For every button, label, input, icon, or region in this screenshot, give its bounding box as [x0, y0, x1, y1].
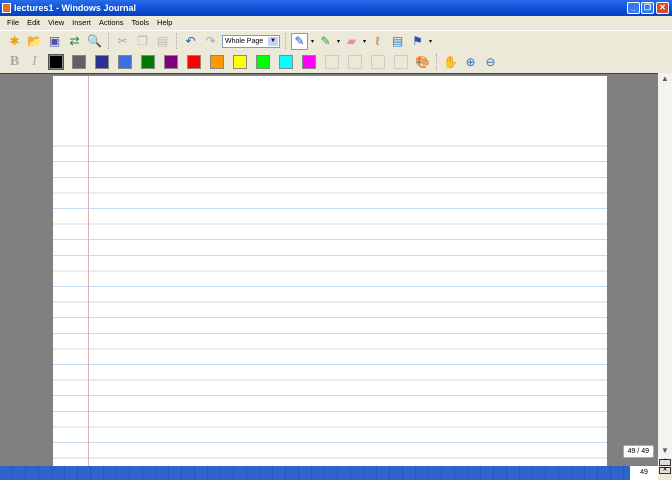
menu-bar: File Edit View Insert Actions Tools Help [0, 16, 672, 29]
color-empty-4[interactable] [394, 54, 408, 69]
chevron-down-icon[interactable]: ▼ [268, 36, 278, 46]
undo-icon[interactable]: ↶ [182, 33, 199, 50]
window-title: lectures1 - Windows Journal [14, 3, 136, 13]
menu-tools[interactable]: Tools [128, 18, 154, 27]
hand-icon[interactable]: ✋ [442, 53, 459, 70]
menu-file[interactable]: File [3, 18, 23, 27]
highlighter-dropdown-icon[interactable]: ▾ [337, 38, 340, 45]
italic-button[interactable]: I [26, 53, 43, 70]
workspace: 49 / 49 [0, 73, 658, 467]
separator [176, 33, 177, 49]
note-page[interactable] [53, 76, 607, 467]
separator [436, 53, 437, 70]
zoom-in-icon[interactable]: ⊕ [462, 53, 479, 70]
open-icon[interactable]: 📂 [26, 33, 43, 50]
color-black[interactable] [48, 53, 64, 70]
minimize-button[interactable]: _ [627, 2, 640, 14]
zoom-select[interactable]: Whole Page ▼ [222, 34, 280, 48]
zoom-out-icon[interactable]: ⊖ [482, 53, 499, 70]
menu-insert[interactable]: Insert [68, 18, 95, 27]
color-empty-1[interactable] [325, 54, 339, 69]
page-tab-strip[interactable] [0, 466, 630, 480]
color-green[interactable] [141, 54, 155, 69]
format-toolbar: B I 🎨 ✋ ⊕ ⊖ [0, 51, 672, 72]
send-icon[interactable]: ⇄ [66, 33, 83, 50]
menu-actions[interactable]: Actions [95, 18, 128, 27]
color-blue[interactable] [118, 54, 132, 69]
eraser-icon[interactable]: ▰ [343, 33, 360, 50]
separator [108, 33, 109, 49]
cut-icon[interactable]: ✂ [114, 33, 131, 50]
copy-icon[interactable]: ❐ [134, 33, 151, 50]
color-navy[interactable] [95, 54, 109, 69]
lasso-icon[interactable]: ℓ [369, 33, 386, 50]
save-icon[interactable]: ▣ [46, 33, 63, 50]
scroll-up-icon[interactable]: ▲ [659, 74, 671, 86]
title-bar: lectures1 - Windows Journal _ ❐ ✕ [0, 0, 672, 16]
page-indicator: 49 / 49 [622, 445, 654, 458]
color-cyan[interactable] [279, 54, 293, 69]
journal-app-icon [2, 3, 11, 13]
flag-icon[interactable]: ⚑ [409, 33, 426, 50]
new-note-icon[interactable]: ✱ [6, 33, 23, 50]
menu-view[interactable]: View [44, 18, 68, 27]
standard-toolbar: ✱ 📂 ▣ ⇄ 🔍 ✂ ❐ ▤ ↶ ↷ Whole Page ▼ ✎ ▾ ✎ ▾ ▰ ▾… [0, 30, 672, 51]
insert-space-icon[interactable]: ▤ [389, 33, 406, 50]
redo-icon[interactable]: ↷ [202, 33, 219, 50]
color-lime[interactable] [256, 54, 270, 69]
color-red[interactable] [187, 54, 201, 69]
menu-help[interactable]: Help [153, 18, 176, 27]
color-gray[interactable] [72, 54, 86, 69]
find-icon[interactable]: 🔍 [86, 33, 103, 50]
highlighter-icon[interactable]: ✎ [317, 33, 334, 50]
vertical-scrollbar[interactable]: ▲ ▼ [658, 73, 672, 466]
color-yellow[interactable] [233, 54, 247, 69]
eraser-dropdown-icon[interactable]: ▾ [363, 38, 366, 45]
color-magenta[interactable] [302, 54, 316, 69]
close-button[interactable]: ✕ [656, 2, 669, 14]
palette-icon[interactable]: 🎨 [414, 53, 431, 70]
pen-dropdown-icon[interactable]: ▾ [311, 38, 314, 45]
previous-page-icon[interactable]: ⌃ [659, 459, 671, 466]
page-number-field[interactable]: 49 [630, 466, 658, 480]
color-purple[interactable] [164, 54, 178, 69]
scroll-down-icon[interactable]: ▼ [659, 446, 671, 458]
color-empty-2[interactable] [348, 54, 362, 69]
margin-line [88, 76, 89, 467]
paste-icon[interactable]: ▤ [154, 33, 171, 50]
color-orange[interactable] [210, 54, 224, 69]
restore-button[interactable]: ❐ [641, 2, 654, 14]
color-empty-3[interactable] [371, 54, 385, 69]
menu-edit[interactable]: Edit [23, 18, 44, 27]
separator [285, 33, 286, 49]
page-header-area [53, 76, 607, 132]
flag-dropdown-icon[interactable]: ▾ [429, 38, 432, 45]
next-page-icon[interactable]: ✕ [659, 467, 671, 474]
bold-button[interactable]: B [6, 53, 23, 70]
pen-icon[interactable]: ✎ [291, 32, 308, 50]
